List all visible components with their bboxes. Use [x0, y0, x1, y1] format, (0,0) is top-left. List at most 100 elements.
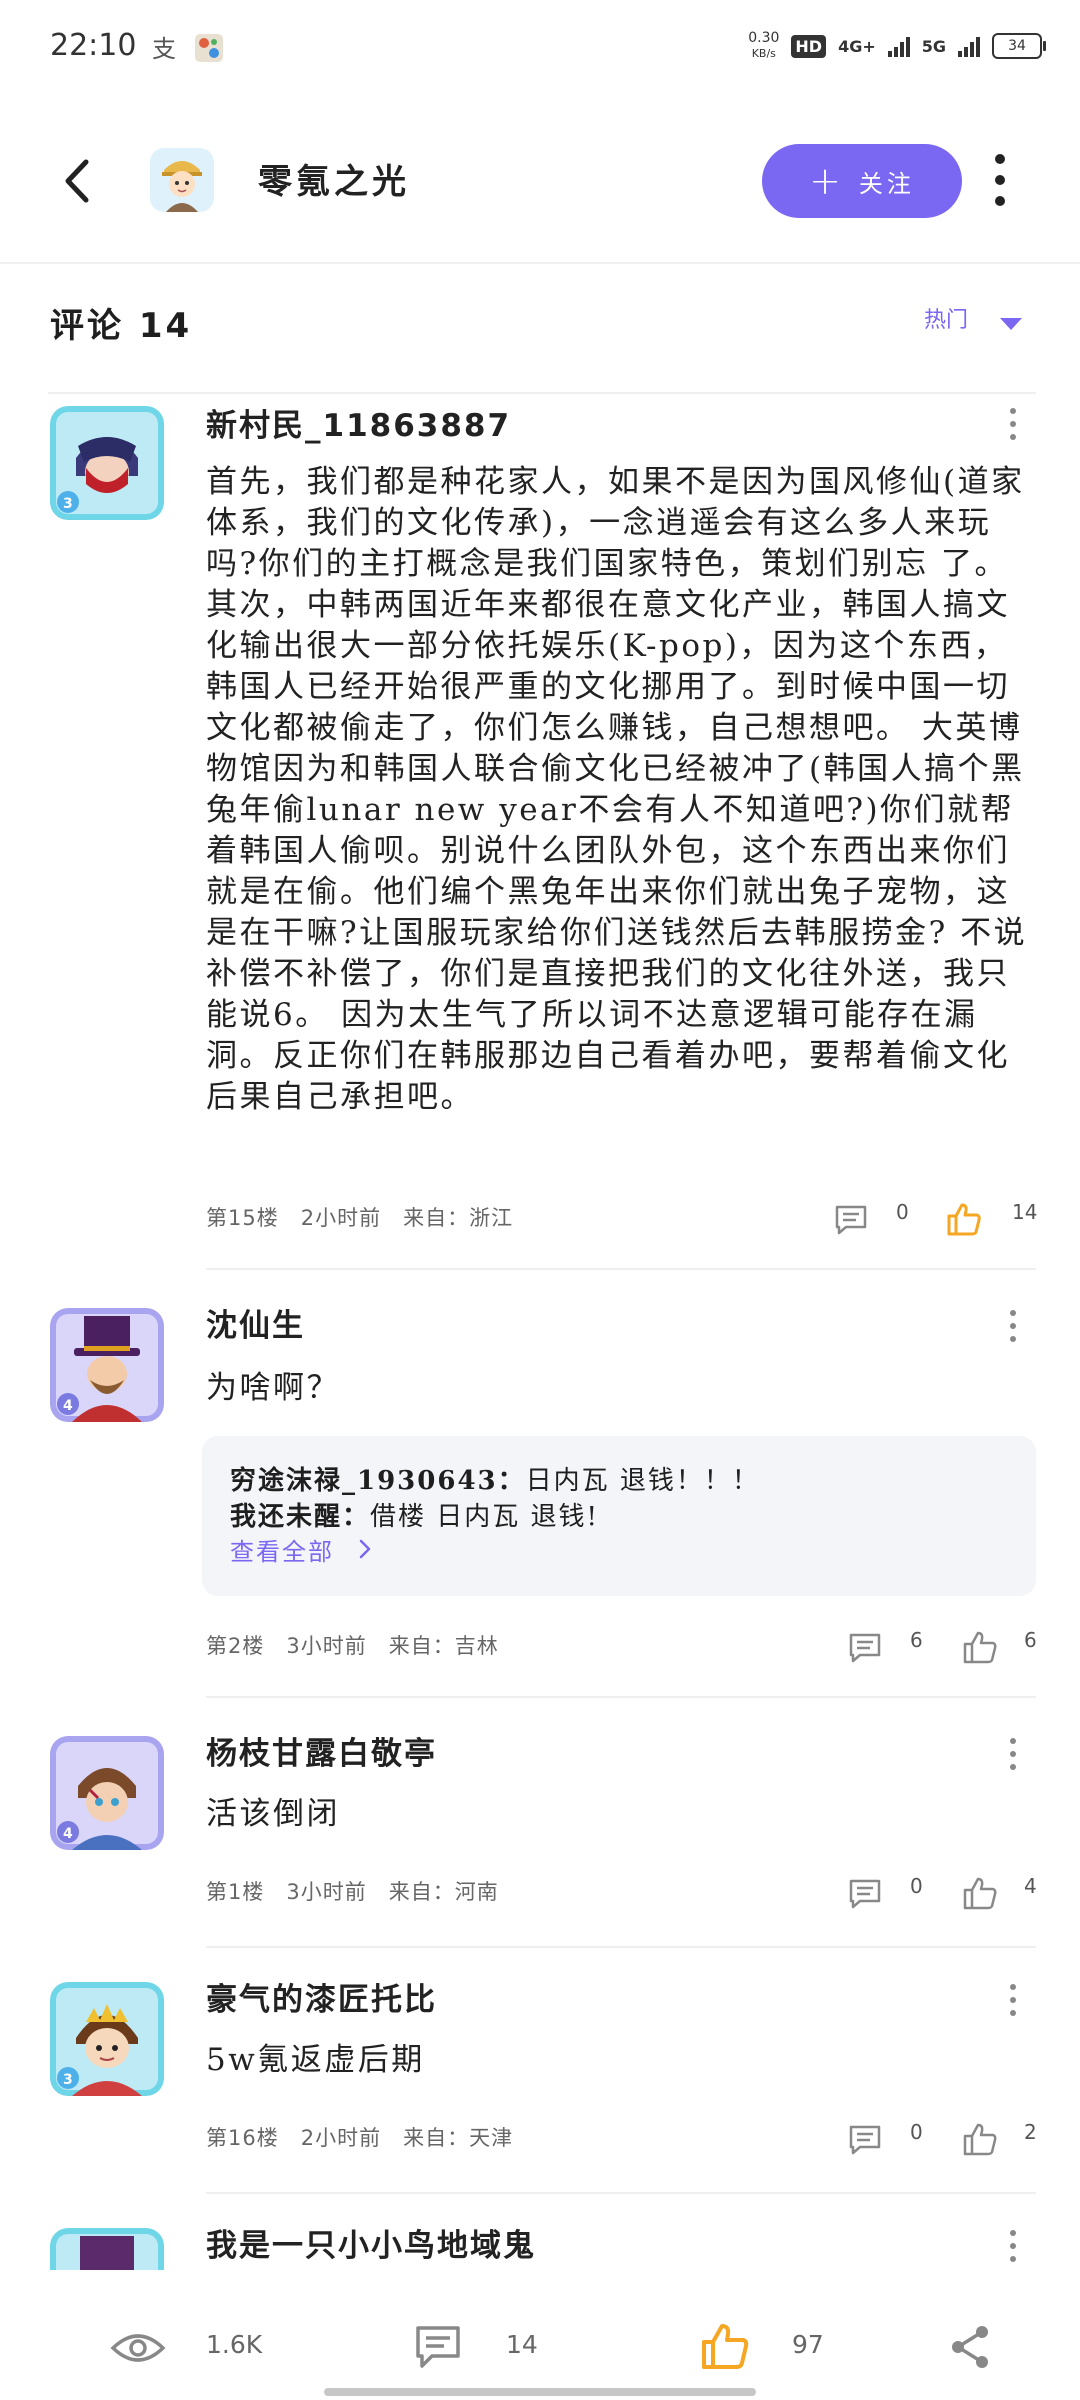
comment-time: 2小时前	[300, 2126, 382, 2150]
network-speed: 0.30 KB/s	[748, 30, 779, 62]
comment-username[interactable]: 我是一只小小鸟地域鬼	[206, 2220, 536, 2265]
reply-icon[interactable]	[834, 1204, 868, 1236]
comment-floor: 第16楼	[206, 2126, 279, 2150]
comment-meta: 第15楼 2小时前 来自：浙江	[206, 1202, 535, 1232]
signal-icon-2	[958, 35, 980, 57]
sort-caret-icon[interactable]	[1000, 318, 1022, 330]
plus-icon: +	[809, 159, 845, 203]
reply-icon[interactable]	[848, 1878, 882, 1910]
comment-floor: 第2楼	[206, 1634, 265, 1658]
like-count: 2	[1024, 2120, 1037, 2144]
comment-meta: 第16楼 2小时前 来自：天津	[206, 2122, 535, 2152]
like-icon[interactable]	[962, 2122, 998, 2156]
chevron-right-icon[interactable]	[358, 1538, 372, 1560]
svg-text:4: 4	[63, 1826, 73, 1842]
alipay-notification-icon: 支	[152, 35, 176, 63]
comment-item: 4 杨枝甘露白敬亭 活该倒闭 第1楼 3小时前 来自：河南 0 4	[0, 1728, 1080, 1948]
comment-floor: 第15楼	[206, 1206, 279, 1230]
comment-more-icon[interactable]	[1006, 1308, 1020, 1344]
comment-divider	[206, 2192, 1036, 2194]
like-count: 14	[1012, 1200, 1038, 1224]
comment-time: 2小时前	[300, 1206, 382, 1230]
comment-location: 来自：吉林	[388, 1634, 499, 1658]
top-nav: 零氪之光 + 关注	[0, 130, 1080, 230]
comment-text: 为啥啊？	[206, 1370, 340, 1406]
like-count: 4	[1024, 1874, 1037, 1898]
view-all-replies[interactable]: 查看全部	[230, 1532, 334, 1567]
svg-text:3: 3	[63, 2072, 73, 2088]
views-eye-icon	[110, 2334, 166, 2362]
reply-count: 0	[910, 1874, 923, 1898]
comment-item: 3 新村民_11863887 首先，我们都是种花家人，如果不是因为国风修仙(道家…	[0, 400, 1080, 1270]
comment-floor: 第1楼	[206, 1880, 265, 1904]
comment-text: 首先，我们都是种花家人，如果不是因为国风修仙(道家体系，我们的文化传承)，一念逍…	[206, 464, 1028, 1115]
reply-user[interactable]: 穷途沫禄_1930643：	[230, 1466, 526, 1496]
author-name[interactable]: 零氪之光	[258, 154, 410, 203]
comment-location: 来自：天津	[403, 2126, 514, 2150]
like-icon-active[interactable]	[700, 2322, 750, 2370]
network-type-1: 4G+	[838, 36, 876, 56]
views-count: 1.6K	[206, 2330, 263, 2359]
reply-count: 6	[910, 1628, 923, 1652]
sort-dropdown[interactable]: 热门	[924, 302, 968, 334]
network-speed-value: 0.30	[748, 30, 780, 46]
comments-count: 14	[506, 2330, 538, 2359]
follow-button[interactable]: + 关注	[762, 144, 962, 218]
bottom-action-bar: 1.6K 14 97	[0, 2270, 1080, 2400]
header-divider	[48, 392, 1036, 394]
like-icon[interactable]	[962, 1630, 998, 1664]
comment-divider	[206, 1696, 1036, 1698]
battery-icon: 34	[992, 33, 1046, 59]
comment-text: 5w氪返虚后期	[206, 2042, 425, 2078]
comment-more-icon[interactable]	[1006, 2228, 1020, 2264]
nav-divider	[0, 262, 1080, 264]
avatar[interactable]: 3	[50, 1982, 164, 2096]
hd-voice-badge: HD	[791, 34, 827, 58]
comment-text: 活该倒闭	[206, 1796, 340, 1832]
reply-preview-box[interactable]: 穷途沫禄_1930643：日内瓦 退钱！！！ 我还未醒：借楼 日内瓦 退钱! 查…	[202, 1436, 1036, 1596]
network-type-2: 5G	[921, 36, 946, 56]
like-icon-active[interactable]	[946, 1202, 982, 1236]
like-icon[interactable]	[962, 1876, 998, 1910]
comment-location: 来自：浙江	[403, 1206, 514, 1230]
svg-text:支: 支	[152, 35, 176, 63]
comment-time: 3小时前	[286, 1634, 367, 1658]
comments-title: 评论 14	[50, 306, 193, 346]
comment-meta: 第1楼 3小时前 来自：河南	[206, 1876, 521, 1906]
app-notification-icon	[195, 34, 223, 62]
comment-username[interactable]: 沈仙生	[206, 1300, 305, 1345]
home-indicator[interactable]	[324, 2388, 756, 2396]
comment-item: 3 豪气的漆匠托比 5w氪返虚后期 第16楼 2小时前 来自：天津 0 2	[0, 1974, 1080, 2194]
comment-divider	[206, 1268, 1036, 1270]
comments-header: 评论 14 热门	[0, 290, 1080, 350]
reply-user[interactable]: 我还未醒：	[230, 1502, 370, 1532]
comment-item: 4 沈仙生 为啥啊？ 穷途沫禄_1930643：日内瓦 退钱！！！ 我还未醒：借…	[0, 1300, 1080, 1700]
avatar[interactable]: 4	[50, 1736, 164, 1850]
follow-label: 关注	[858, 169, 915, 198]
status-bar: 22:10 支 0.30 KB/s HD 4G+ 5G 34	[0, 0, 1080, 100]
avatar[interactable]	[50, 2228, 164, 2270]
comment-item: 我是一只小小鸟地域鬼	[0, 2220, 1080, 2270]
signal-icon	[887, 35, 910, 57]
share-icon[interactable]	[948, 2324, 992, 2370]
svg-text:4: 4	[63, 1398, 73, 1414]
comment-more-icon[interactable]	[1006, 1982, 1020, 2018]
author-avatar[interactable]	[150, 148, 214, 212]
reply-preview-item: 穷途沫禄_1930643：日内瓦 退钱！！！	[230, 1460, 760, 1497]
comment-icon[interactable]	[414, 2324, 462, 2370]
comment-time: 3小时前	[286, 1880, 367, 1904]
reply-icon[interactable]	[848, 2124, 882, 2156]
back-arrow-icon[interactable]	[60, 158, 96, 204]
more-vertical-icon[interactable]	[988, 150, 1012, 210]
avatar[interactable]: 4	[50, 1308, 164, 1422]
comment-more-icon[interactable]	[1006, 1736, 1020, 1772]
status-indicators: 0.30 KB/s HD 4G+ 5G 34	[748, 30, 1046, 62]
reply-count: 0	[896, 1200, 909, 1224]
avatar[interactable]: 3	[50, 406, 164, 520]
comment-location: 来自：河南	[388, 1880, 499, 1904]
comment-username[interactable]: 豪气的漆匠托比	[206, 1974, 437, 2019]
reply-icon[interactable]	[848, 1632, 882, 1664]
comment-username[interactable]: 杨枝甘露白敬亭	[206, 1728, 437, 1773]
comment-more-icon[interactable]	[1006, 406, 1020, 442]
comment-username[interactable]: 新村民_11863887	[206, 400, 511, 445]
